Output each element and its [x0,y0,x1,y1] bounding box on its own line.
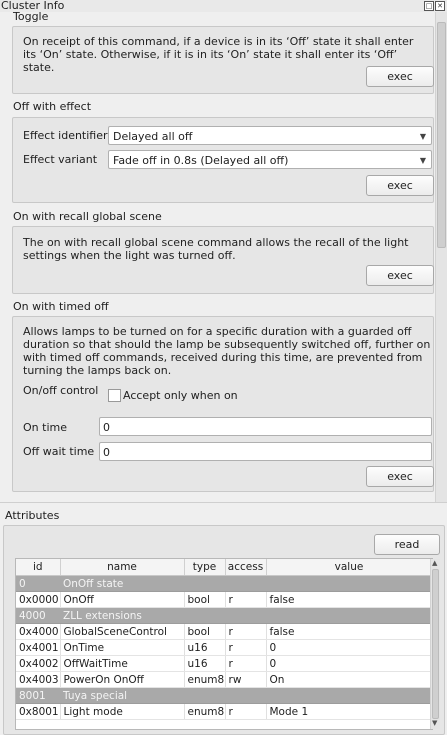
toggle-heading: Toggle [13,10,49,23]
attributes-panel: read id name type access value 0 OnOff st… [3,525,445,735]
table-scrollbar-thumb[interactable] [432,569,439,719]
cell-access: r [225,623,267,640]
recall-scene-exec-button[interactable]: exec [366,265,434,286]
cell-type: u16 [184,639,226,656]
table-row[interactable]: 0x4002 OffWaitTime u16 r 0 [16,655,432,672]
cell-value: 0 [266,655,432,672]
group-id-cell: 4000 [16,607,60,624]
divider [0,502,447,503]
cell-value: false [266,623,432,640]
float-icon[interactable]: □ [424,1,434,11]
onoff-control-label: On/off control [23,384,99,397]
off-wait-input[interactable]: 0 [99,442,432,461]
attributes-heading: Attributes [5,509,60,522]
group-id-cell: 8001 [16,687,60,704]
cell-access: r [225,655,267,672]
table-row[interactable]: 0x4003 PowerOn OnOff enum8 rw On [16,671,432,688]
table-row[interactable]: 0x4000 GlobalSceneControl bool r false [16,623,432,640]
effect-variant-select[interactable]: Fade off in 0.8s (Delayed all off) ▼ [108,150,432,169]
cell-id: 0x4001 [16,639,61,656]
cell-id: 0x8001 [16,703,61,720]
cell-name: Light mode [60,703,185,720]
column-header-value[interactable]: value [266,559,432,576]
cell-type: bool [184,623,226,640]
scroll-down-icon[interactable]: ▼ [432,719,437,727]
cell-id: 0x4000 [16,623,61,640]
accept-only-label: Accept only when on [123,389,238,402]
chevron-down-icon: ▼ [419,132,426,141]
table-scrollbar[interactable]: ▲ ▼ [430,559,440,729]
group-name-cell: Tuya special [60,687,432,704]
table-group-row[interactable]: 8001 Tuya special [16,687,432,704]
column-header-type[interactable]: type [184,559,226,576]
cell-name: OnOff [60,591,185,608]
off-with-effect-panel: Effect identifier Delayed all off ▼ Effe… [12,117,434,203]
table-row[interactable]: 0x8001 Light mode enum8 r Mode 1 [16,703,432,720]
group-name-cell: OnOff state [60,575,432,592]
accept-only-checkbox[interactable] [108,389,121,402]
off-wait-label: Off wait time [23,445,95,458]
group-name-cell: ZLL extensions [60,607,432,624]
toggle-exec-button[interactable]: exec [366,66,434,87]
cell-value: 0 [266,639,432,656]
off-with-effect-heading: Off with effect [13,100,92,113]
cell-value: Mode 1 [266,703,432,720]
chevron-down-icon: ▼ [419,156,426,165]
cell-name: GlobalSceneControl [60,623,185,640]
off-with-effect-exec-button[interactable]: exec [366,175,434,196]
cell-name: PowerOn OnOff [60,671,185,688]
main-scrollbar-thumb[interactable] [437,22,446,248]
cell-value: false [266,591,432,608]
title-bar: Cluster Info □ ✕ [0,0,447,12]
table-group-row[interactable]: 4000 ZLL extensions [16,607,432,624]
close-icon[interactable]: ✕ [435,1,445,11]
cell-access: r [225,639,267,656]
timed-off-panel: Allows lamps to be turned on for a speci… [12,316,434,492]
effect-variant-value: Fade off in 0.8s (Delayed all off) [113,154,289,167]
cell-type: bool [184,591,226,608]
column-header-id[interactable]: id [16,559,61,576]
cell-name: OffWaitTime [60,655,185,672]
cell-id: 0x4002 [16,655,61,672]
on-time-input[interactable]: 0 [99,417,432,436]
cell-type: u16 [184,655,226,672]
timed-off-heading: On with timed off [13,300,109,313]
table-row[interactable]: 0x4001 OnTime u16 r 0 [16,639,432,656]
column-header-name[interactable]: name [60,559,185,576]
effect-identifier-select[interactable]: Delayed all off ▼ [108,126,432,145]
cell-access: r [225,591,267,608]
effect-identifier-label: Effect identifier [23,129,108,142]
cell-name: OnTime [60,639,185,656]
read-button[interactable]: read [374,534,440,555]
attributes-table: id name type access value 0 OnOff state 0x… [16,559,432,720]
attributes-table-frame: id name type access value 0 OnOff state 0x… [15,558,433,730]
cell-value: On [266,671,432,688]
effect-variant-label: Effect variant [23,153,98,166]
scroll-up-icon[interactable]: ▲ [432,559,437,567]
column-header-access[interactable]: access [225,559,267,576]
cell-access: r [225,703,267,720]
on-time-label: On time [23,421,67,434]
cell-access: rw [225,671,267,688]
cell-type: enum8 [184,671,226,688]
cell-type: enum8 [184,703,226,720]
timed-off-description: Allows lamps to be turned on for a speci… [23,325,431,377]
group-id-cell: 0 [16,575,60,592]
cell-id: 0x4003 [16,671,61,688]
recall-scene-panel: The on with recall global scene command … [12,226,434,294]
cell-id: 0x0000 [16,591,61,608]
timed-off-exec-button[interactable]: exec [366,466,434,487]
toggle-panel: On receipt of this command, if a device … [12,26,434,94]
table-group-row[interactable]: 0 OnOff state [16,575,432,592]
recall-scene-heading: On with recall global scene [13,210,162,223]
table-row[interactable]: 0x0000 OnOff bool r false [16,591,432,608]
table-header: id name type access value [16,559,432,576]
main-scrollbar[interactable] [435,12,447,502]
recall-scene-description: The on with recall global scene command … [23,236,409,262]
effect-identifier-value: Delayed all off [113,130,193,143]
